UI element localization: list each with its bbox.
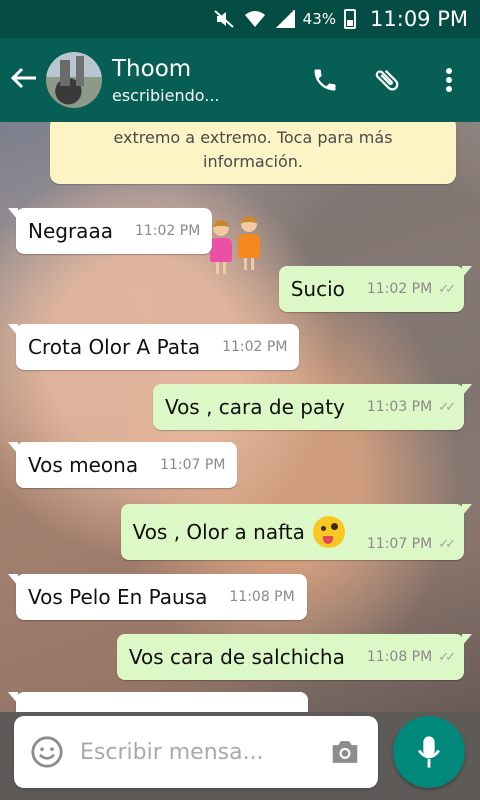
- winking-tongue-emoji: [312, 516, 345, 548]
- message-text: Vos , Olor a nafta: [132, 520, 305, 544]
- message-text: Vos , cara de paty: [164, 395, 345, 419]
- message-bubble-partial[interactable]: [8, 692, 308, 712]
- emoji-icon[interactable]: [30, 735, 64, 769]
- call-button[interactable]: [294, 38, 356, 122]
- girl-figure-orange: [237, 216, 261, 280]
- message-text: Sucio: [290, 277, 345, 301]
- message-meta: 11:08 PM ✓✓: [366, 649, 456, 665]
- message-input[interactable]: Escribir mensa...: [14, 716, 378, 788]
- message-time: 11:07 PM: [366, 536, 433, 552]
- double-check-icon: ✓✓: [438, 281, 456, 297]
- encryption-notice[interactable]: extremo a extremo. Toca para más informa…: [50, 122, 456, 184]
- camera-icon[interactable]: [328, 737, 362, 767]
- message-time: 11:02 PM: [366, 281, 433, 297]
- message-text: Negraaa: [28, 219, 113, 243]
- message-time: 11:08 PM: [229, 589, 295, 605]
- message-text: Vos meona: [28, 453, 139, 477]
- status-bar: 43% 11:09 PM: [0, 0, 480, 38]
- battery-percent: 43%: [302, 10, 337, 28]
- back-arrow-icon: [10, 67, 36, 88]
- message-placeholder: Escribir mensa...: [80, 739, 264, 765]
- double-check-icon: ✓✓: [438, 649, 456, 665]
- battery-icon: [344, 9, 357, 29]
- message-meta: 11:08 PM: [229, 589, 294, 605]
- message-time: 11:08 PM: [366, 649, 433, 665]
- message-bubble[interactable]: Vos cara de salchicha 11:08 PM ✓✓: [116, 634, 473, 680]
- message-meta: 11:02 PM ✓✓: [366, 281, 456, 297]
- more-vert-icon: [446, 68, 452, 92]
- girl-figure-pink: [209, 220, 233, 280]
- more-options-button[interactable]: [418, 38, 480, 122]
- contact-info[interactable]: Thoom escribiendo...: [112, 56, 294, 105]
- contact-name: Thoom: [112, 55, 192, 82]
- message-meta: 11:07 PM: [160, 457, 225, 473]
- clock: 11:09 PM: [370, 7, 468, 31]
- message-bubble[interactable]: Vos meona 11:07 PM: [7, 442, 238, 488]
- voice-record-button[interactable]: [393, 716, 465, 788]
- double-check-icon: ✓✓: [438, 399, 456, 415]
- message-time: 11:02 PM: [134, 223, 201, 239]
- contact-status: escribiendo...: [112, 85, 220, 105]
- message-bubble[interactable]: Crota Olor A Pata 11:02 PM: [7, 324, 300, 370]
- double-check-icon: ✓✓: [438, 536, 456, 552]
- message-meta: 11:07 PM ✓✓: [366, 536, 456, 552]
- wifi-icon: [244, 11, 265, 27]
- phone-icon: [314, 69, 336, 91]
- message-text: Vos Pelo En Pausa: [28, 585, 208, 609]
- mic-icon: [417, 736, 441, 768]
- message-text: Crota Olor A Pata: [28, 335, 201, 359]
- message-meta: 11:02 PM: [222, 339, 287, 355]
- notice-line-2: información.: [203, 152, 303, 171]
- message-meta: 11:03 PM ✓✓: [366, 399, 456, 415]
- input-bar: Escribir mensa...: [0, 712, 480, 800]
- notice-line-1: extremo a extremo. Toca para más: [113, 128, 393, 147]
- attach-button[interactable]: [356, 38, 418, 122]
- message-bubble[interactable]: Negraaa 11:02 PM: [7, 208, 213, 254]
- message-time: 11:03 PM: [366, 399, 433, 415]
- message-bubble[interactable]: Vos , cara de paty 11:03 PM ✓✓: [152, 384, 473, 430]
- message-bubble[interactable]: Sucio 11:02 PM ✓✓: [278, 266, 473, 312]
- chat-area[interactable]: extremo a extremo. Toca para más informa…: [0, 122, 480, 712]
- message-bubble[interactable]: Vos , Olor a nafta 11:07 PM ✓✓: [120, 504, 473, 560]
- message-meta: 11:02 PM: [135, 223, 200, 239]
- message-bubble[interactable]: Vos Pelo En Pausa 11:08 PM: [8, 574, 307, 620]
- sticker-girls-holding-hands: [207, 214, 269, 280]
- message-time: 11:07 PM: [160, 457, 226, 473]
- mute-icon: [214, 10, 234, 28]
- message-time: 11:02 PM: [222, 339, 288, 355]
- signal-icon: [274, 10, 295, 28]
- avatar[interactable]: [46, 52, 102, 108]
- chat-header: Thoom escribiendo...: [0, 38, 480, 122]
- message-text: Vos cara de salchicha: [128, 645, 345, 669]
- attach-icon: [375, 69, 399, 91]
- back-button[interactable]: [2, 63, 46, 98]
